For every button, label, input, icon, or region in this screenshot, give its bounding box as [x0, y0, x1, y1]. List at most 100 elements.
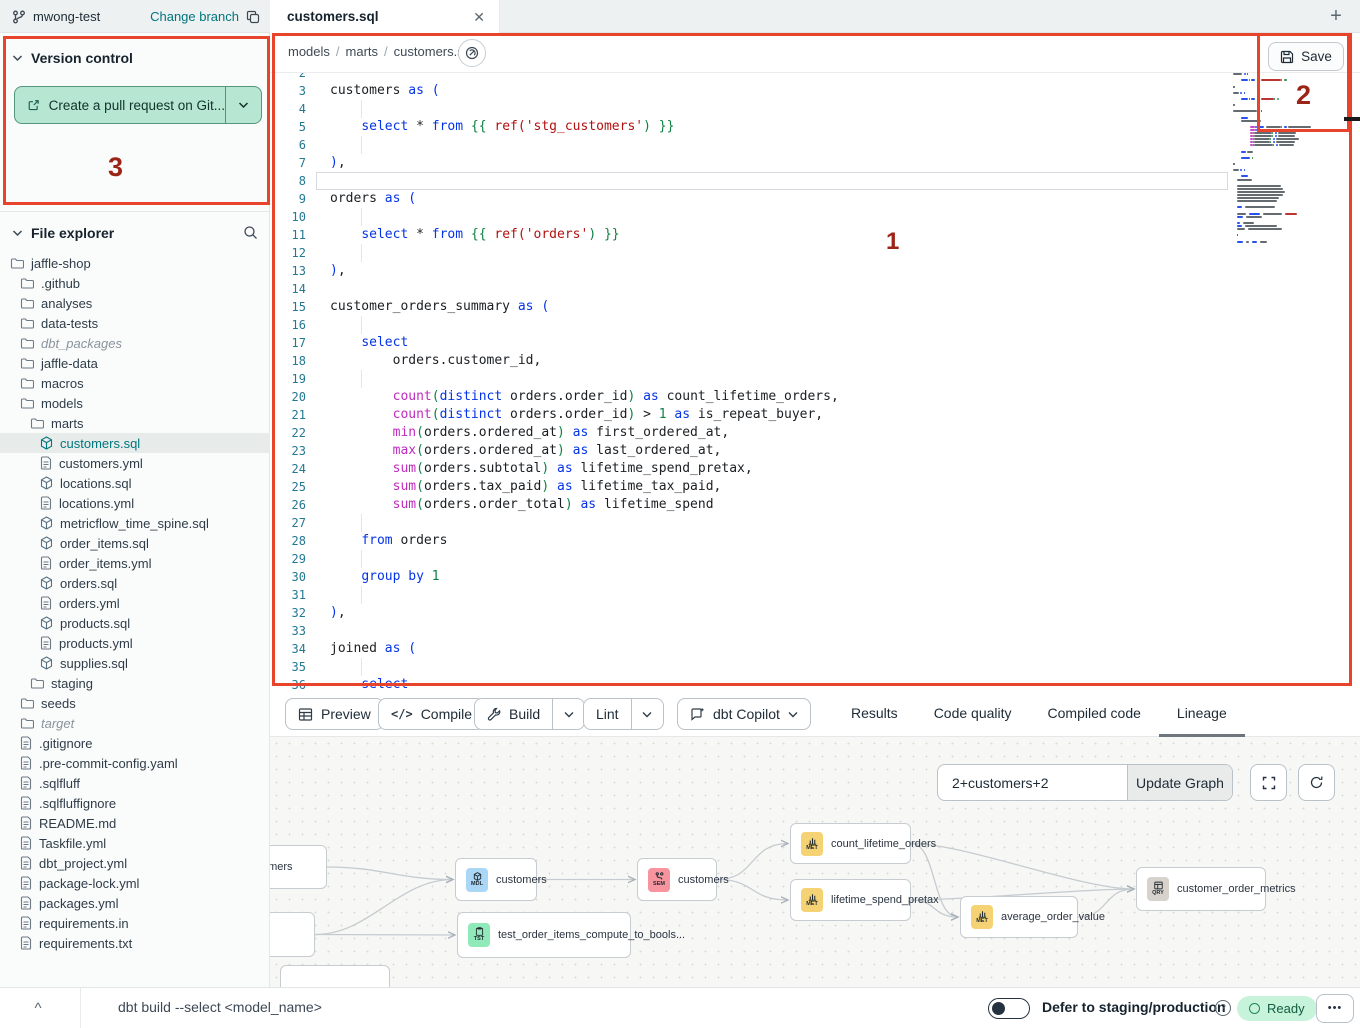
- code-line-26: 26 sum(orders.order_total) as lifetime_s…: [270, 496, 1360, 514]
- chevron-down-icon: [238, 101, 249, 109]
- overflow-menu-button[interactable]: •••: [1316, 994, 1354, 1023]
- tree-item-metricflow-time-spine-sql[interactable]: metricflow_time_spine.sql: [0, 513, 270, 533]
- lineage-node-tst_order_items[interactable]: TSTtest_order_items_compute_to_bools...: [457, 912, 631, 958]
- tree-item-customers-sql[interactable]: customers.sql: [0, 433, 270, 453]
- tree-item--pre-commit-config-yaml[interactable]: .pre-commit-config.yaml: [0, 753, 270, 773]
- tree-item-requirements-in[interactable]: requirements.in: [0, 913, 270, 933]
- lineage-node-orders_src[interactable]: orders: [270, 912, 315, 957]
- code-line-14: 14: [270, 280, 1360, 298]
- preview-button[interactable]: Preview: [285, 698, 384, 730]
- code-line-23: 23 max(orders.ordered_at) as last_ordere…: [270, 442, 1360, 460]
- fullscreen-button[interactable]: [1250, 764, 1287, 801]
- folder-icon: [30, 677, 44, 690]
- lineage-node-met_lifetime[interactable]: METlifetime_spend_pretax: [790, 879, 911, 921]
- tree-item-order-items-yml[interactable]: order_items.yml: [0, 553, 270, 573]
- search-icon[interactable]: [243, 224, 258, 242]
- tree-item-macros[interactable]: macros: [0, 373, 270, 393]
- chevron-down-icon: [12, 229, 23, 237]
- minimap[interactable]: [1233, 70, 1322, 300]
- lineage-selector-input[interactable]: 2+customers+2: [938, 765, 1127, 800]
- tree-item-orders-yml[interactable]: orders.yml: [0, 593, 270, 613]
- update-graph-button[interactable]: Update Graph: [1127, 765, 1232, 800]
- lineage-node-met_count[interactable]: METcount_lifetime_orders: [790, 823, 911, 864]
- tab-code-quality[interactable]: Code quality: [916, 692, 1030, 737]
- tree-item-staging[interactable]: staging: [0, 673, 270, 693]
- expand-console-caret[interactable]: ^: [26, 997, 50, 1021]
- model-cube-icon: [40, 516, 53, 530]
- tree-item--github[interactable]: .github: [0, 273, 270, 293]
- command-input[interactable]: dbt build --select <model_name>: [118, 999, 322, 1015]
- lineage-node-met_avg[interactable]: METaverage_order_value: [960, 896, 1078, 938]
- tab-lineage[interactable]: Lineage: [1159, 692, 1245, 737]
- pull-request-options-caret[interactable]: [225, 87, 261, 123]
- file-explorer-header[interactable]: File explorer: [0, 221, 270, 245]
- file-icon: [40, 636, 52, 650]
- wrench-icon: [487, 707, 501, 721]
- tree-item-dbt-packages[interactable]: dbt_packages: [0, 333, 270, 353]
- tree-item--gitignore[interactable]: .gitignore: [0, 733, 270, 753]
- copy-icon[interactable]: [246, 10, 260, 24]
- tree-item-seeds[interactable]: seeds: [0, 693, 270, 713]
- code-editor[interactable]: 23customers as (45 select * from {{ ref(…: [270, 73, 1360, 692]
- tree-item-products-yml[interactable]: products.yml: [0, 633, 270, 653]
- tree-item-locations-yml[interactable]: locations.yml: [0, 493, 270, 513]
- version-control-header[interactable]: Version control: [0, 46, 269, 70]
- tree-item-readme-md[interactable]: README.md: [0, 813, 270, 833]
- file-explorer-title: File explorer: [31, 225, 114, 241]
- code-line-7: 7),: [270, 154, 1360, 172]
- tree-item-products-sql[interactable]: products.sql: [0, 613, 270, 633]
- lint-button[interactable]: Lint: [583, 698, 664, 730]
- tree-item-taskfile-yml[interactable]: Taskfile.yml: [0, 833, 270, 853]
- tree-item-marts[interactable]: marts: [0, 413, 270, 433]
- lineage-node-sem_customers[interactable]: SEMcustomers: [637, 858, 717, 901]
- lineage-node-stg_customers[interactable]: stg_customers: [270, 845, 327, 889]
- tree-item-requirements-txt[interactable]: requirements.txt: [0, 933, 270, 953]
- tree-item-locations-sql[interactable]: locations.sql: [0, 473, 270, 493]
- save-button[interactable]: Save: [1268, 42, 1344, 71]
- tree-item-order-items-sql[interactable]: order_items.sql: [0, 533, 270, 553]
- tree-item-data-tests[interactable]: data-tests: [0, 313, 270, 333]
- tree-item-dbt-project-yml[interactable]: dbt_project.yml: [0, 853, 270, 873]
- tree-item-supplies-sql[interactable]: supplies.sql: [0, 653, 270, 673]
- file-icon: [40, 596, 52, 610]
- create-pull-request-button[interactable]: Create a pull request on Git...: [14, 86, 262, 124]
- tab-compiled-code[interactable]: Compiled code: [1030, 692, 1159, 737]
- defer-toggle[interactable]: [988, 998, 1030, 1019]
- build-button[interactable]: Build: [474, 698, 585, 730]
- tree-item--sqlfluff[interactable]: .sqlfluff: [0, 773, 270, 793]
- tree-item-orders-sql[interactable]: orders.sql: [0, 573, 270, 593]
- editor-tab-customers-sql[interactable]: customers.sql ✕: [270, 0, 500, 33]
- build-options-caret[interactable]: [552, 699, 584, 729]
- code-line-4: 4: [270, 100, 1360, 118]
- tab-close-icon[interactable]: ✕: [473, 10, 485, 24]
- tree-item-customers-yml[interactable]: customers.yml: [0, 453, 270, 473]
- tree-item-analyses[interactable]: analyses: [0, 293, 270, 313]
- tree-item--sqlfluffignore[interactable]: .sqlfluffignore: [0, 793, 270, 813]
- change-branch-link[interactable]: Change branch: [150, 9, 239, 24]
- tree-item-package-lock-yml[interactable]: package-lock.yml: [0, 873, 270, 893]
- tst-node-icon: TST: [468, 923, 490, 947]
- file-icon: [40, 496, 52, 510]
- code-line-25: 25 sum(orders.tax_paid) as lifetime_tax_…: [270, 478, 1360, 496]
- refresh-button[interactable]: [1298, 764, 1335, 801]
- tree-item-jaffle-data[interactable]: jaffle-data: [0, 353, 270, 373]
- help-icon[interactable]: ?: [1215, 1000, 1231, 1016]
- tree-item-models[interactable]: models: [0, 393, 270, 413]
- new-tab-button[interactable]: +: [1324, 4, 1348, 28]
- dbt-copilot-button[interactable]: dbt Copilot: [677, 698, 811, 730]
- tab-results[interactable]: Results: [833, 692, 916, 737]
- lint-options-caret[interactable]: [631, 699, 663, 729]
- code-line-24: 24 sum(orders.subtotal) as lifetime_spen…: [270, 460, 1360, 478]
- lineage-node-qry_metrics[interactable]: QRYcustomer_order_metrics: [1136, 867, 1266, 911]
- tree-item-jaffle-shop[interactable]: jaffle-shop: [0, 253, 270, 273]
- refresh-icon: [1309, 775, 1324, 790]
- tree-item-target[interactable]: target: [0, 713, 270, 733]
- code-line-12: 12: [270, 244, 1360, 262]
- lineage-node-partial_bottom[interactable]: [280, 965, 390, 987]
- sem-node-icon: SEM: [648, 868, 670, 892]
- copilot-badge-icon[interactable]: [458, 39, 486, 67]
- lineage-node-mdl_customers[interactable]: MDLcustomers: [455, 858, 537, 901]
- compile-button[interactable]: </> Compile: [378, 698, 485, 730]
- tree-item-packages-yml[interactable]: packages.yml: [0, 893, 270, 913]
- file-icon: [20, 916, 32, 930]
